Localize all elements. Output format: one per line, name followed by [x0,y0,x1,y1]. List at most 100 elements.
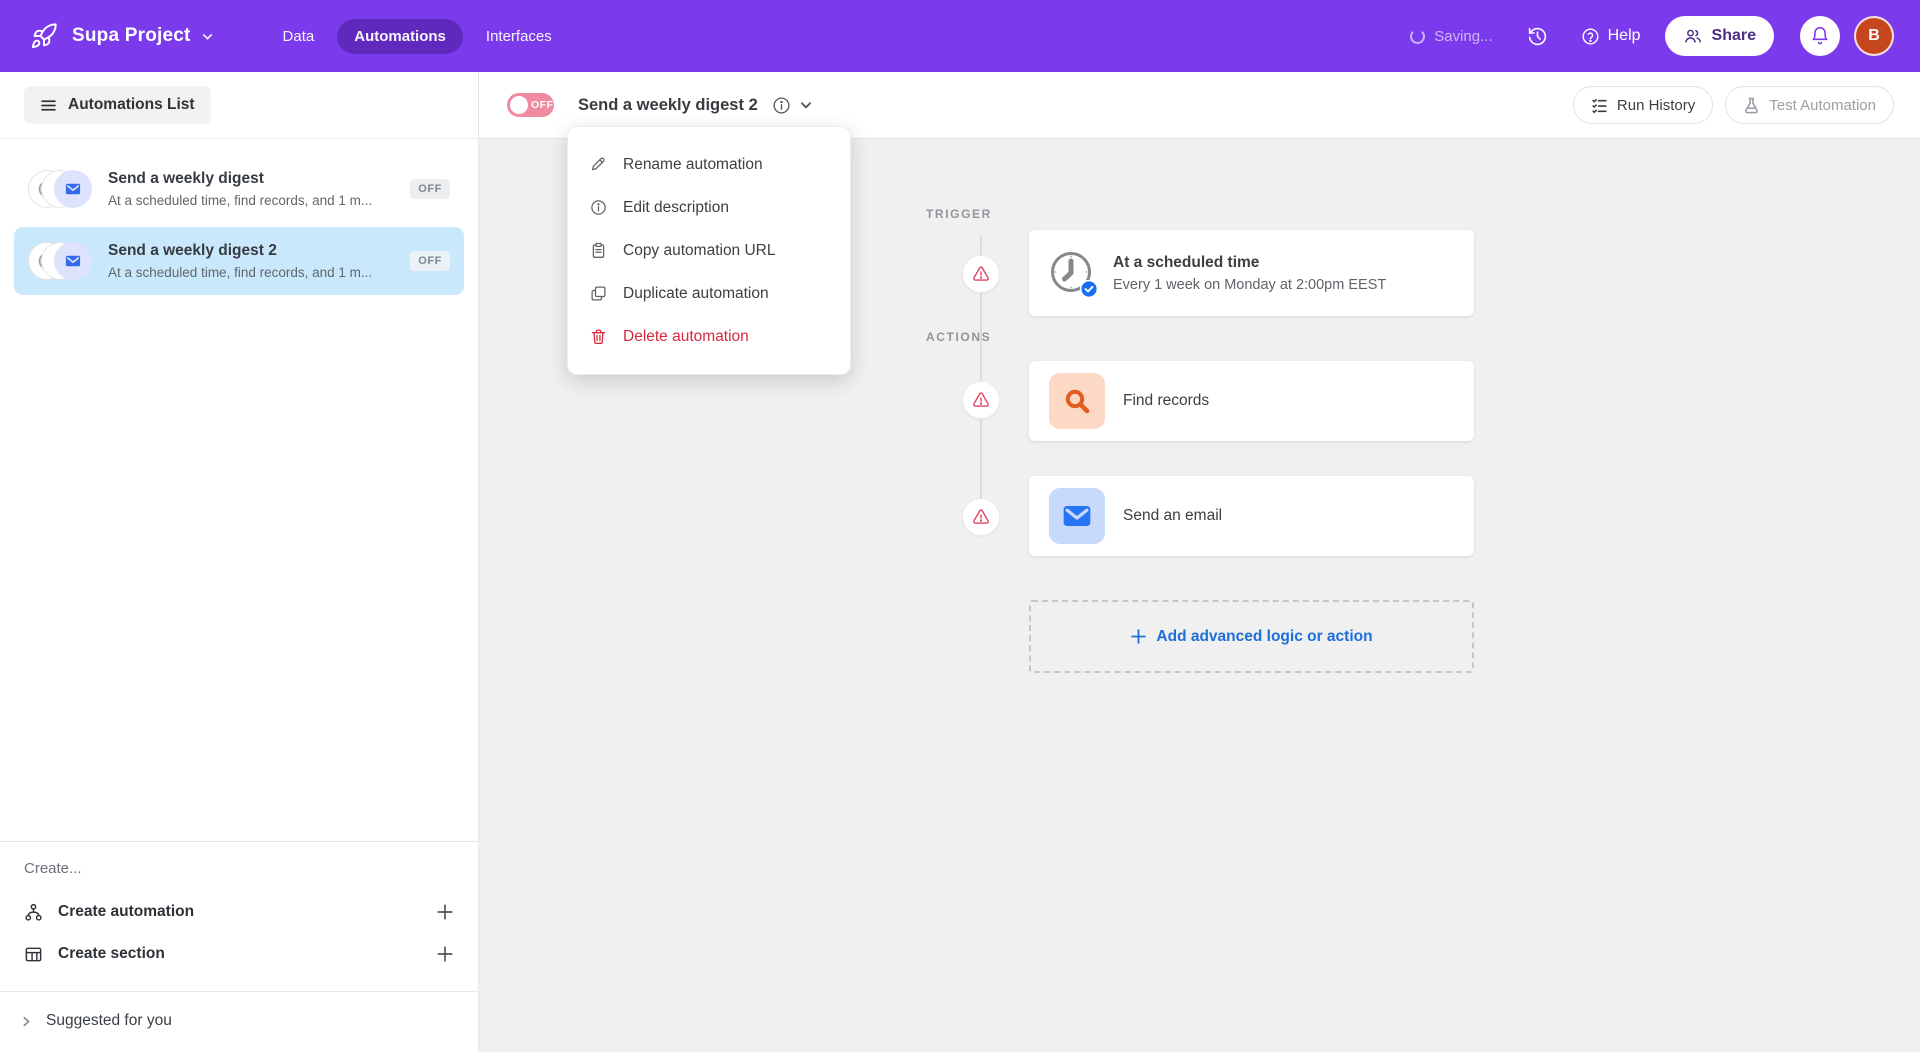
automation-content: OFF Send a weekly digest 2 Run History T… [479,72,1920,1052]
menu-item-label: Copy automation URL [623,241,776,259]
plus-icon [1130,628,1147,645]
automations-sidebar: Automations List Send a weekly digest At [0,72,479,1052]
suggested-section: Suggested for you [0,991,478,1052]
actions-section-label: ACTIONS [926,330,992,344]
bell-icon [1810,26,1830,46]
help-label: Help [1607,27,1641,44]
duplicate-icon [590,285,608,302]
menu-item-label: Delete automation [623,327,749,345]
suggested-label: Suggested for you [46,1012,172,1029]
automation-title[interactable]: Send a weekly digest 2 [578,96,758,115]
status-badge: OFF [410,179,450,199]
suggested-for-you-toggle[interactable]: Suggested for you [20,1012,454,1030]
project-name[interactable]: Supa Project [72,25,191,47]
saving-text: Saving... [1434,27,1493,45]
menu-item-copy-automation-url[interactable]: Copy automation URL [568,229,850,272]
warning-icon [972,508,990,526]
pencil-icon [590,156,608,173]
flask-icon [1743,97,1760,114]
create-heading: Create... [24,860,82,877]
automation-item-text: Send a weekly digest At a scheduled time… [94,170,400,208]
automation-context-menu: Rename automation Edit description Copy … [567,126,851,375]
action-card-title: Find records [1123,392,1210,409]
share-button[interactable]: Share [1664,16,1774,56]
automation-list-item[interactable]: Send a weekly digest At a scheduled time… [14,155,464,223]
chevron-down-icon[interactable] [799,98,813,112]
menu-item-edit-description[interactable]: Edit description [568,186,850,229]
menu-item-label: Rename automation [623,155,763,173]
menu-item-delete-automation[interactable]: Delete automation [568,315,850,358]
create-automation-button[interactable]: Create automation [24,891,454,933]
trigger-card[interactable]: At a scheduled time Every 1 week on Mond… [1029,230,1474,316]
notifications-button[interactable] [1800,16,1840,56]
plus-icon[interactable] [436,945,454,963]
automation-list-item-selected[interactable]: Send a weekly digest 2 At a scheduled ti… [14,227,464,295]
run-history-icon [1591,97,1608,114]
action-card-title: Send an email [1123,507,1223,524]
automation-item-subtitle: At a scheduled time, find records, and 1… [108,193,373,208]
create-section-button[interactable]: Create section [24,933,454,975]
menu-item-duplicate-automation[interactable]: Duplicate automation [568,272,850,315]
plus-icon[interactable] [436,903,454,921]
chevron-down-icon[interactable] [201,30,214,43]
tab-interfaces[interactable]: Interfaces [469,19,569,54]
app-header: Supa Project Data Automations Interfaces… [0,0,1920,72]
automation-steps-icons [28,241,94,281]
warning-icon [972,265,990,283]
test-automation-label: Test Automation [1769,96,1876,114]
automation-item-subtitle: At a scheduled time, find records, and 1… [108,265,373,280]
add-advanced-logic-button[interactable]: Add advanced logic or action [1029,600,1474,673]
share-label: Share [1711,27,1756,44]
avatar-initial: B [1868,27,1880,44]
automation-item-title: Send a weekly digest 2 [108,242,277,259]
top-nav-tabs: Data Automations Interfaces [266,18,569,54]
sidebar-topbar: Automations List [0,72,478,139]
automation-steps-icons [28,169,94,209]
history-icon [1527,26,1548,47]
avatar[interactable]: B [1854,16,1894,56]
trigger-card-subtitle: Every 1 week on Monday at 2:00pm EEST [1113,276,1387,293]
chevron-right-icon [20,1015,33,1028]
action-warning-badge[interactable] [962,498,1000,536]
history-button[interactable] [1521,19,1555,53]
trash-icon [590,328,608,345]
automations-list-button[interactable]: Automations List [24,86,211,124]
warning-icon [972,391,990,409]
status-badge: OFF [410,251,450,271]
automations-list-label: Automations List [68,96,195,113]
trigger-card-title: At a scheduled time [1113,253,1260,271]
help-button[interactable]: Help [1581,27,1641,46]
action-warning-badge[interactable] [962,381,1000,419]
saving-status: Saving... [1410,27,1493,45]
test-automation-button[interactable]: Test Automation [1725,86,1894,124]
run-history-button[interactable]: Run History [1572,86,1714,124]
create-automation-label: Create automation [58,903,195,920]
rocket-logo-icon [30,22,58,50]
automation-item-text: Send a weekly digest 2 At a scheduled ti… [94,242,400,280]
tab-automations[interactable]: Automations [337,18,463,54]
people-icon [1683,26,1703,46]
help-icon [1581,27,1600,46]
toggle-state-label: OFF [531,99,554,111]
email-step-icon [54,170,92,208]
workflow-icon [24,903,44,922]
tab-data[interactable]: Data [266,19,332,54]
spinner-icon [1410,28,1426,44]
add-advanced-logic-label: Add advanced logic or action [1156,627,1373,645]
run-history-label: Run History [1616,96,1696,114]
menu-item-label: Edit description [623,198,729,216]
trigger-warning-badge[interactable] [962,255,1000,293]
toggle-knob [510,96,528,114]
email-step-icon [54,242,92,280]
trigger-section-label: TRIGGER [926,207,992,221]
find-records-icon [1049,373,1105,429]
info-icon[interactable] [772,96,791,115]
action-card-find-records[interactable]: Find records [1029,361,1474,441]
info-icon [590,199,608,216]
hamburger-icon [40,97,57,114]
menu-item-rename-automation[interactable]: Rename automation [568,143,850,186]
action-card-send-email[interactable]: Send an email [1029,476,1474,556]
sidebar-create-section: Create... Create automation Create secti… [0,841,478,975]
automation-enabled-toggle[interactable]: OFF [507,93,554,117]
menu-item-label: Duplicate automation [623,284,769,302]
